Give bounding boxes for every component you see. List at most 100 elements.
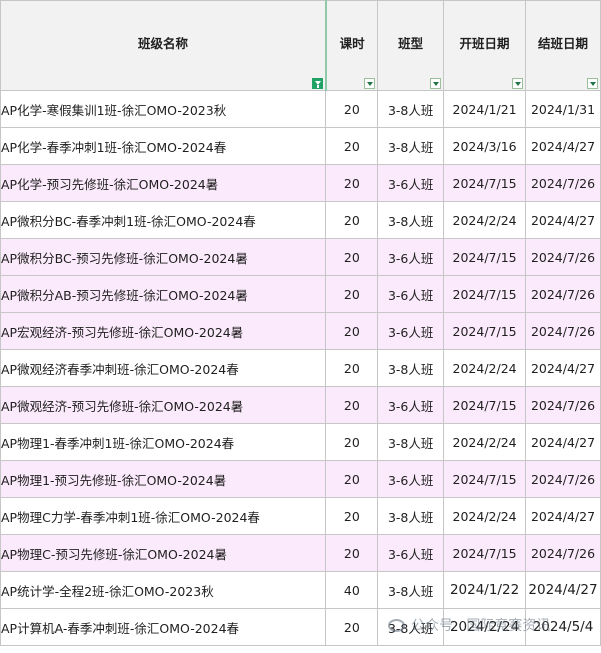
cell-class-type[interactable]: 3-8人班 (377, 201, 445, 239)
cell-class-type[interactable]: 3-6人班 (377, 238, 445, 276)
cell-start-date[interactable]: 2024/7/15 (443, 275, 527, 313)
cell-end-date[interactable]: 2024/4/27 (525, 201, 601, 239)
cell-end-date[interactable]: 2024/4/27 (525, 349, 601, 387)
cell-start-date[interactable]: 2024/1/22 (443, 571, 527, 609)
cell-start-date[interactable]: 2024/3/16 (443, 127, 527, 165)
cell-class-name[interactable]: AP化学-预习先修班-徐汇OMO-2024暑 (0, 164, 327, 202)
table-row[interactable]: AP宏观经济-预习先修班-徐汇OMO-2024暑 20 3-6人班 2024/7/15… (0, 312, 601, 350)
cell-class-name[interactable]: AP物理1-预习先修班-徐汇OMO-2024暑 (0, 460, 327, 498)
cell-class-type[interactable]: 3-8人班 (377, 90, 445, 128)
cell-hours[interactable]: 20 (325, 164, 379, 202)
cell-start-date[interactable]: 2024/2/24 (443, 423, 527, 461)
table-row[interactable]: AP微积分BC-春季冲刺1班-徐汇OMO-2024春 20 3-8人班 2024/2/… (0, 201, 601, 239)
spreadsheet-table: 班级名称 课时 班型 开班日期 结班日期 AP化学-寒假集训1班-徐汇OMO-2… (0, 0, 601, 646)
cell-end-date[interactable]: 2024/7/26 (525, 534, 601, 572)
cell-start-date[interactable]: 2024/2/24 (443, 497, 527, 535)
cell-end-date[interactable]: 2024/4/27 (525, 571, 601, 609)
table-row[interactable]: AP微观经济-预习先修班-徐汇OMO-2024暑 20 3-6人班 2024/7/15… (0, 386, 601, 424)
cell-class-name[interactable]: AP微积分AB-预习先修班-徐汇OMO-2024暑 (0, 275, 327, 313)
cell-hours[interactable]: 40 (325, 571, 379, 609)
filter-dropdown-icon[interactable] (587, 78, 598, 89)
cell-hours[interactable]: 20 (325, 460, 379, 498)
cell-end-date[interactable]: 2024/7/26 (525, 460, 601, 498)
table-row[interactable]: AP微积分BC-预习先修班-徐汇OMO-2024暑 20 3-6人班 2024/7/1… (0, 238, 601, 276)
cell-class-type[interactable]: 3-6人班 (377, 275, 445, 313)
cell-class-name[interactable]: AP计算机A-春季冲刺班-徐汇OMO-2024春 (0, 608, 327, 646)
filter-dropdown-icon[interactable] (430, 78, 442, 89)
column-header-start-label: 开班日期 (459, 36, 510, 51)
cell-hours[interactable]: 20 (325, 423, 379, 461)
table-row[interactable]: AP化学-寒假集训1班-徐汇OMO-2023秋 20 3-8人班 2024/1/21 2… (0, 90, 601, 128)
table-row[interactable]: AP化学-春季冲刺1班-徐汇OMO-2024春 20 3-8人班 2024/3/16 2… (0, 127, 601, 165)
cell-end-date[interactable]: 2024/7/26 (525, 386, 601, 424)
cell-class-type[interactable]: 3-6人班 (377, 534, 445, 572)
table-row[interactable]: AP物理1-预习先修班-徐汇OMO-2024暑 20 3-6人班 2024/7/15 2… (0, 460, 601, 498)
cell-class-type[interactable]: 3-8人班 (377, 571, 445, 609)
cell-hours[interactable]: 20 (325, 201, 379, 239)
cell-start-date[interactable]: 2024/7/15 (443, 164, 527, 202)
cell-start-date[interactable]: 2024/7/15 (443, 534, 527, 572)
table-row[interactable]: AP统计学-全程2班-徐汇OMO-2023秋 40 3-8人班 2024/1/22 20… (0, 571, 601, 609)
cell-hours[interactable]: 20 (325, 534, 379, 572)
cell-class-name[interactable]: AP统计学-全程2班-徐汇OMO-2023秋 (0, 571, 327, 609)
cell-hours[interactable]: 20 (325, 608, 379, 646)
column-header-end: 结班日期 (525, 0, 601, 91)
cell-class-type[interactable]: 3-8人班 (377, 423, 445, 461)
cell-class-name[interactable]: AP微观经济春季冲刺班-徐汇OMO-2024春 (0, 349, 327, 387)
cell-start-date[interactable]: 2024/2/24 (443, 349, 527, 387)
column-header-hours: 课时 (325, 0, 379, 91)
cell-class-type[interactable]: 3-8人班 (377, 127, 445, 165)
cell-start-date[interactable]: 2024/7/15 (443, 386, 527, 424)
cell-class-name[interactable]: AP化学-寒假集训1班-徐汇OMO-2023秋 (0, 90, 327, 128)
cell-class-name[interactable]: AP物理1-春季冲刺1班-徐汇OMO-2024春 (0, 423, 327, 461)
column-header-hours-label: 课时 (339, 36, 365, 51)
column-header-name: 班级名称 (0, 0, 327, 91)
cell-hours[interactable]: 20 (325, 497, 379, 535)
cell-start-date[interactable]: 2024/2/24 (443, 201, 527, 239)
cell-end-date[interactable]: 2024/7/26 (525, 164, 601, 202)
table-row[interactable]: AP微观经济春季冲刺班-徐汇OMO-2024春 20 3-8人班 2024/2/24 2… (0, 349, 601, 387)
column-header-name-label: 班级名称 (137, 36, 188, 51)
cell-hours[interactable]: 20 (325, 275, 379, 313)
cell-end-date[interactable]: 2024/7/26 (525, 275, 601, 313)
cell-class-name[interactable]: AP化学-春季冲刺1班-徐汇OMO-2024春 (0, 127, 327, 165)
table-body: AP化学-寒假集训1班-徐汇OMO-2023秋 20 3-8人班 2024/1/21 2… (0, 90, 601, 646)
cell-end-date[interactable]: 2024/4/27 (525, 497, 601, 535)
table-row[interactable]: AP物理1-春季冲刺1班-徐汇OMO-2024春 20 3-8人班 2024/2/24… (0, 423, 601, 461)
cell-start-date[interactable]: 2024/7/15 (443, 312, 527, 350)
cell-class-type[interactable]: 3-8人班 (377, 349, 445, 387)
cell-start-date[interactable]: 2024/1/21 (443, 90, 527, 128)
cell-class-name[interactable]: AP物理C-预习先修班-徐汇OMO-2024暑 (0, 534, 327, 572)
cell-class-type[interactable]: 3-8人班 (377, 497, 445, 535)
cell-class-name[interactable]: AP微观经济-预习先修班-徐汇OMO-2024暑 (0, 386, 327, 424)
cell-class-name[interactable]: AP宏观经济-预习先修班-徐汇OMO-2024暑 (0, 312, 327, 350)
cell-end-date[interactable]: 2024/7/26 (525, 312, 601, 350)
table-row[interactable]: AP物理C力学-春季冲刺1班-徐汇OMO-2024春 20 3-8人班 2024/2/… (0, 497, 601, 535)
cell-end-date[interactable]: 2024/4/27 (525, 423, 601, 461)
cell-start-date[interactable]: 2024/7/15 (443, 460, 527, 498)
cell-start-date[interactable]: 2024/7/15 (443, 238, 527, 276)
cell-end-date[interactable]: 2024/4/27 (525, 127, 601, 165)
cell-class-type[interactable]: 3-6人班 (377, 460, 445, 498)
cell-class-name[interactable]: AP微积分BC-春季冲刺1班-徐汇OMO-2024春 (0, 201, 327, 239)
cell-class-name[interactable]: AP物理C力学-春季冲刺1班-徐汇OMO-2024春 (0, 497, 327, 535)
cell-end-date[interactable]: 2024/7/26 (525, 238, 601, 276)
cell-end-date[interactable]: 2024/1/31 (525, 90, 601, 128)
table-row[interactable]: AP物理C-预习先修班-徐汇OMO-2024暑 20 3-6人班 2024/7/15 2… (0, 534, 601, 572)
cell-hours[interactable]: 20 (325, 90, 379, 128)
cell-class-type[interactable]: 3-6人班 (377, 312, 445, 350)
filter-active-icon[interactable] (311, 78, 323, 89)
cell-hours[interactable]: 20 (325, 386, 379, 424)
filter-dropdown-icon[interactable] (512, 78, 524, 89)
cell-class-type[interactable]: 3-6人班 (377, 164, 445, 202)
filter-dropdown-icon[interactable] (364, 78, 376, 89)
table-row[interactable]: AP微积分AB-预习先修班-徐汇OMO-2024暑 20 3-6人班 2024/7/1… (0, 275, 601, 313)
cell-hours[interactable]: 20 (325, 238, 379, 276)
cell-class-name[interactable]: AP微积分BC-预习先修班-徐汇OMO-2024暑 (0, 238, 327, 276)
wechat-icon (388, 619, 405, 632)
cell-hours[interactable]: 20 (325, 312, 379, 350)
cell-hours[interactable]: 20 (325, 127, 379, 165)
cell-class-type[interactable]: 3-6人班 (377, 386, 445, 424)
table-row[interactable]: AP化学-预习先修班-徐汇OMO-2024暑 20 3-6人班 2024/7/15 20… (0, 164, 601, 202)
cell-hours[interactable]: 20 (325, 349, 379, 387)
